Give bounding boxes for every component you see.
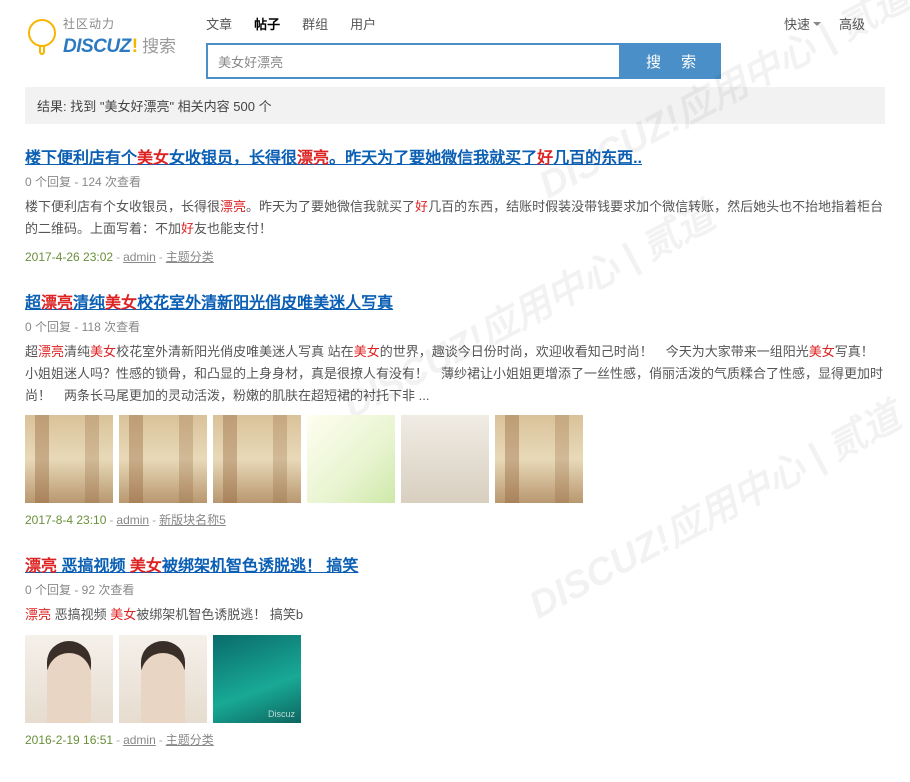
result-item: 楼下便利店有个美女女收银员，长得很漂亮。昨天为了要她微信我就买了好几百的东西..… [25,144,885,265]
result-thumbs [25,415,885,503]
result-item: 超漂亮清纯美女校花室外清新阳光俏皮唯美迷人写真 0 个回复 - 118 次查看 … [25,289,885,528]
result-title-link[interactable]: 楼下便利店有个美女女收银员，长得很漂亮。昨天为了要她微信我就买了好几百的东西.. [25,150,642,167]
result-title-link[interactable]: 超漂亮清纯美女校花室外清新阳光俏皮唯美迷人写真 [25,295,393,312]
result-author[interactable]: admin [123,733,156,747]
thumb[interactable] [25,415,113,503]
advanced-link[interactable]: 高级 [839,14,865,33]
thumb[interactable] [119,415,207,503]
result-footer: 2017-4-26 23:02-admin-主题分类 [25,248,885,265]
result-footer: 2017-8-4 23:10-admin-新版块名称5 [25,511,885,528]
logo[interactable]: 社区动力 DISCUZ ! 搜索 [25,10,176,58]
bulb-icon [25,19,59,55]
result-item: 漂亮 恶搞视频 美女被绑架机智色诱脱逃！ 搞笑 0 个回复 - 92 次查看 漂… [25,552,885,747]
header: 社区动力 DISCUZ ! 搜索 文章 帖子 群组 用户 快速 [25,10,885,79]
tab-group[interactable]: 群组 [302,10,328,37]
result-date: 2017-8-4 23:10 [25,513,106,527]
result-footer: 2016-2-19 16:51-admin-主题分类 [25,731,885,748]
search-button[interactable]: 搜 索 [621,43,721,79]
result-meta: 0 个回复 - 124 次查看 [25,173,885,190]
logo-brand: DISCUZ [63,36,131,58]
result-meta: 0 个回复 - 92 次查看 [25,581,885,598]
tab-post[interactable]: 帖子 [254,10,280,37]
search-input[interactable] [206,43,621,79]
result-category[interactable]: 新版块名称5 [159,513,226,527]
result-author[interactable]: admin [116,513,149,527]
thumb[interactable] [307,415,395,503]
thumb-watermark: Discuz [268,709,295,719]
result-meta: 0 个回复 - 118 次查看 [25,318,885,335]
result-author[interactable]: admin [123,250,156,264]
result-title: 漂亮 恶搞视频 美女被绑架机智色诱脱逃！ 搞笑 [25,552,885,576]
logo-excl: ! [132,36,138,58]
result-date: 2017-4-26 23:02 [25,250,113,264]
result-date: 2016-2-19 16:51 [25,733,113,747]
nav-tabs: 文章 帖子 群组 用户 [206,10,376,37]
result-snippet: 漂亮 恶搞视频 美女被绑架机智色诱脱逃！ 搞笑b [25,604,885,626]
thumb[interactable] [213,415,301,503]
result-title-link[interactable]: 漂亮 恶搞视频 美女被绑架机智色诱脱逃！ 搞笑 [25,558,358,575]
thumb[interactable] [401,415,489,503]
quick-label: 快速 [784,14,810,33]
result-title: 超漂亮清纯美女校花室外清新阳光俏皮唯美迷人写真 [25,289,885,313]
nav-row: 文章 帖子 群组 用户 快速 高级 [206,10,885,37]
chevron-down-icon [813,22,821,26]
logo-search-label: 搜索 [142,32,176,57]
result-summary-bar: 结果: 找到 "美女好漂亮" 相关内容 500 个 [25,87,885,124]
tab-user[interactable]: 用户 [350,10,376,37]
result-snippet: 楼下便利店有个女收银员，长得很漂亮。昨天为了要她微信我就买了好几百的东西，结账时… [25,196,885,240]
thumb[interactable] [495,415,583,503]
result-category[interactable]: 主题分类 [166,250,214,264]
result-title: 楼下便利店有个美女女收银员，长得很漂亮。昨天为了要她微信我就买了好几百的东西.. [25,144,885,168]
quick-dropdown[interactable]: 快速 [784,14,821,33]
search-bar: 搜 索 [206,43,885,79]
logo-subtitle: 社区动力 [63,15,176,32]
tab-article[interactable]: 文章 [206,10,232,37]
result-snippet: 超漂亮清纯美女校花室外清新阳光俏皮唯美迷人写真 站在美女的世界，趣谈今日份时尚，… [25,341,885,407]
result-category[interactable]: 主题分类 [166,733,214,747]
